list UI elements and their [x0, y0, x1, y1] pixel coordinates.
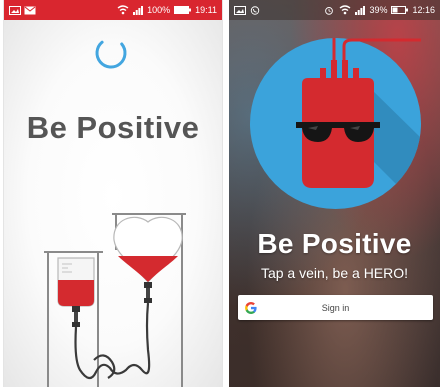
app-tagline: Tap a vein, be a HERO! [260, 265, 409, 281]
wifi-icon [117, 5, 129, 15]
splash-screen: 100% 19:11 Be Positive [4, 0, 222, 387]
signal-icon [133, 5, 144, 15]
photo-notification-icon [234, 5, 246, 15]
splash-title: Be Positive [26, 110, 200, 145]
whatsapp-notification-icon [250, 5, 260, 15]
google-signin-button[interactable]: Sign in [238, 295, 433, 320]
message-notification-icon [24, 6, 36, 14]
alarm-icon [325, 6, 334, 15]
signin-label: Sign in [321, 302, 350, 313]
app-title: Be Positive [257, 228, 412, 259]
battery-charging-icon [391, 6, 409, 14]
wifi-icon [340, 5, 351, 15]
status-time: 19:11 [195, 5, 217, 15]
blood-bag-logo-icon [250, 38, 421, 209]
loading-spinner-icon [95, 37, 127, 69]
google-icon [245, 301, 257, 314]
status-bar: 39% 12:16 [229, 0, 440, 20]
battery-percent: 39% [369, 5, 388, 15]
blood-transfusion-illustration [44, 213, 186, 387]
photo-notification-icon [9, 5, 21, 15]
status-time: 12:16 [412, 5, 435, 15]
status-bar: 100% 19:11 [4, 0, 222, 20]
battery-icon [174, 6, 192, 14]
battery-percent: 100% [147, 5, 171, 15]
signal-icon [355, 5, 366, 15]
login-screen: 39% 12:16 Be Positive Tap a vein, be a H… [229, 0, 440, 387]
